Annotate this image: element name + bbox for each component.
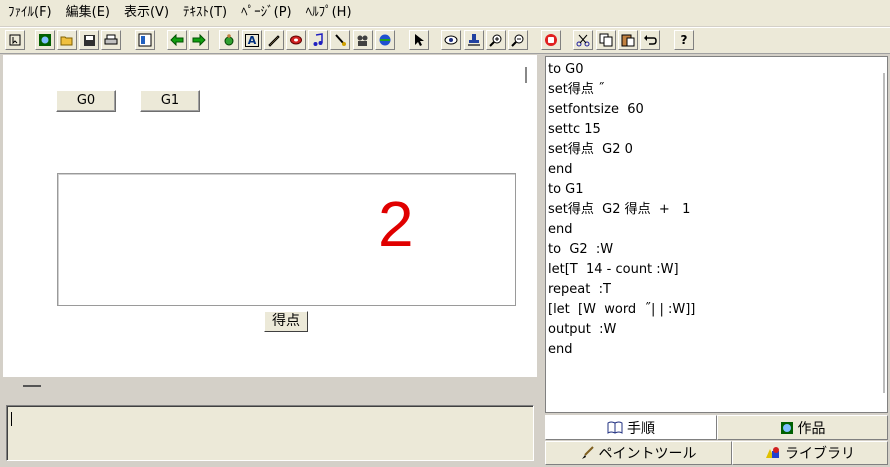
pane-splitter[interactable] <box>539 55 544 467</box>
pen-tool-icon[interactable] <box>264 30 284 50</box>
score-text-box[interactable]: 2 <box>57 173 516 306</box>
help-icon[interactable]: ? <box>674 30 694 50</box>
cut-scissors-icon[interactable] <box>573 30 593 50</box>
tab-works-label: 作品 <box>797 420 826 437</box>
code-line[interactable]: settc 15 <box>548 120 695 140</box>
tab-library-label: ライブラリ <box>785 446 855 462</box>
shape-tool-icon[interactable] <box>286 30 306 50</box>
forward-arrow-icon[interactable] <box>189 30 209 50</box>
shapes-icon <box>766 447 779 458</box>
globe-icon <box>780 421 793 434</box>
eye-icon[interactable] <box>441 30 461 50</box>
zoom-in-icon[interactable] <box>486 30 506 50</box>
select-arrow-icon[interactable] <box>5 30 25 50</box>
brush-icon[interactable] <box>330 30 350 50</box>
text-caret <box>11 412 12 426</box>
menu-help[interactable]: ﾍﾙﾌﾟ(H) <box>298 0 358 26</box>
text-tool-icon[interactable]: A <box>242 30 262 50</box>
code-line[interactable]: to G1 <box>548 180 695 200</box>
command-input-area[interactable] <box>6 405 534 461</box>
new-page-icon[interactable] <box>35 30 55 50</box>
menu-bar: ﾌｧｲﾙ(F) 編集(E) 表示(V) ﾃｷｽﾄ(T) ﾍﾟｰｼﾞ(P) ﾍﾙﾌ… <box>0 0 890 26</box>
code-line[interactable]: to G0 <box>548 60 695 80</box>
paintbrush-icon <box>581 446 594 459</box>
code-line[interactable]: let[T 14 - count :W] <box>548 260 695 280</box>
zoom-out-icon[interactable] <box>508 30 528 50</box>
tab-paint-tool[interactable]: ペイントツール <box>545 441 732 465</box>
score-label-button[interactable]: 得点 <box>264 311 308 332</box>
copy-icon[interactable] <box>596 30 616 50</box>
g1-button[interactable]: G1 <box>140 90 200 112</box>
scroll-thumb[interactable] <box>525 67 527 83</box>
pointer-icon[interactable] <box>409 30 429 50</box>
turtle-icon[interactable] <box>219 30 239 50</box>
code-line[interactable]: setfontsize 60 <box>548 100 695 120</box>
menu-view[interactable]: 表示(V) <box>116 0 175 26</box>
tab-procedures[interactable]: 手順 <box>545 415 717 440</box>
tab-library[interactable]: ライブラリ <box>732 441 888 465</box>
stamp-icon[interactable] <box>464 30 484 50</box>
code-line[interactable]: output :W <box>548 320 695 340</box>
music-note-icon[interactable] <box>308 30 328 50</box>
procedure-editor[interactable]: to G0 set得点 ˝ setfontsize 60 settc 15 se… <box>545 56 888 413</box>
score-value: 2 <box>378 188 414 260</box>
menu-text[interactable]: ﾃｷｽﾄ(T) <box>175 0 233 26</box>
open-folder-icon[interactable] <box>57 30 77 50</box>
menu-file[interactable]: ﾌｧｲﾙ(F) <box>0 0 58 26</box>
save-disk-icon[interactable] <box>79 30 99 50</box>
code-line[interactable]: repeat :T <box>548 280 695 300</box>
video-camera-icon[interactable] <box>353 30 373 50</box>
scroll-thumb[interactable] <box>23 385 41 387</box>
menu-edit[interactable]: 編集(E) <box>58 0 116 26</box>
code-line[interactable]: [let [W word ˝| | :W]] <box>548 300 695 320</box>
code-line[interactable]: set得点 ˝ <box>548 80 695 100</box>
code-line[interactable]: end <box>548 340 695 360</box>
g0-button[interactable]: G0 <box>56 90 116 112</box>
code-lines: to G0 set得点 ˝ setfontsize 60 settc 15 se… <box>548 60 695 360</box>
print-icon[interactable] <box>101 30 121 50</box>
toolbar: A ? <box>0 27 890 54</box>
code-line[interactable]: set得点 G2 得点 + 1 <box>548 200 695 220</box>
editor-scrollbar[interactable] <box>883 73 885 393</box>
code-line[interactable]: end <box>548 160 695 180</box>
undo-icon[interactable] <box>640 30 660 50</box>
tab-paint-tool-label: ペイントツール <box>598 446 697 462</box>
menu-page[interactable]: ﾍﾟｰｼﾞ(P) <box>233 0 297 26</box>
globe-icon[interactable] <box>375 30 395 50</box>
tab-procedures-label: 手順 <box>627 420 655 437</box>
page-layout-icon[interactable] <box>135 30 155 50</box>
tab-works[interactable]: 作品 <box>717 415 888 440</box>
book-icon <box>607 421 623 434</box>
code-line[interactable]: end <box>548 220 695 240</box>
code-line[interactable]: set得点 G2 0 <box>548 140 695 160</box>
canvas-vertical-scrollbar[interactable] <box>519 55 537 377</box>
stop-hand-icon[interactable] <box>541 30 561 50</box>
code-line[interactable]: to G2 :W <box>548 240 695 260</box>
canvas-horizontal-scrollbar[interactable] <box>3 377 537 401</box>
paste-icon[interactable] <box>618 30 638 50</box>
back-arrow-icon[interactable] <box>167 30 187 50</box>
